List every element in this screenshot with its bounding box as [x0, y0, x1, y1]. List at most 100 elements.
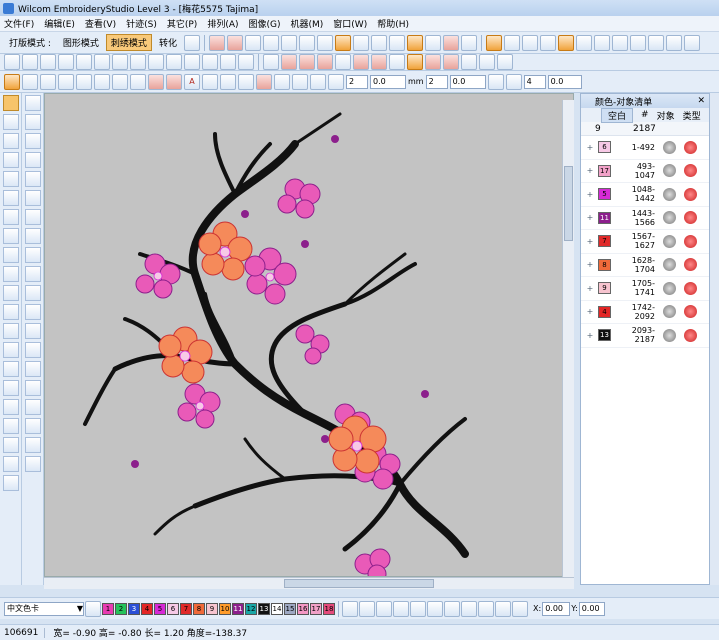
palette-combo[interactable]: 中文色卡 ▼ [4, 601, 84, 616]
arrow-tool-icon[interactable] [24, 380, 41, 396]
node-tool-icon[interactable] [2, 285, 19, 301]
node-icon[interactable] [647, 34, 664, 51]
color-row[interactable]: +11 1443-1566 [581, 207, 709, 230]
shape-icon[interactable] [112, 73, 128, 90]
triple-run-tool-icon[interactable] [2, 152, 19, 168]
dup-icon[interactable] [461, 600, 477, 617]
circle-tool-icon[interactable] [2, 323, 19, 339]
palette-chip[interactable]: 13 [258, 602, 270, 615]
ellipse-tool-icon[interactable] [2, 380, 19, 396]
y-input[interactable]: 0.00 [578, 601, 605, 616]
expand-icon[interactable]: + [585, 190, 595, 199]
join-tool-icon[interactable] [24, 304, 41, 320]
palette-chip[interactable]: 3 [128, 602, 140, 615]
monitor-icon[interactable] [370, 34, 387, 51]
shape-tool-icon[interactable] [2, 418, 19, 434]
palette-chip[interactable]: 17 [310, 602, 322, 615]
satin-icon[interactable] [208, 34, 225, 51]
fancy-icon[interactable] [353, 54, 369, 70]
table-icon[interactable] [352, 34, 369, 51]
align-icon[interactable] [274, 73, 290, 90]
effect2-icon[interactable] [443, 54, 459, 70]
color-row[interactable]: +4 1742-2092 [581, 301, 709, 324]
hoop-icon[interactable] [485, 34, 502, 51]
print-icon[interactable] [58, 54, 74, 70]
stitch-type-icon[interactable] [263, 54, 279, 70]
pen-icon[interactable] [40, 73, 56, 90]
zoom-fit-icon[interactable] [238, 54, 254, 70]
wave-tool-icon[interactable] [24, 133, 41, 149]
expand-icon[interactable]: + [585, 143, 595, 152]
paste-icon[interactable] [130, 54, 146, 70]
menu-image[interactable]: 图像(G) [249, 17, 281, 30]
face-tool-icon[interactable] [24, 418, 41, 434]
menu-window[interactable]: 窗口(W) [333, 17, 367, 30]
spacing-input[interactable]: 2 [346, 74, 368, 89]
offset-input[interactable]: 2 [425, 74, 448, 89]
zoom-out-icon[interactable] [220, 54, 236, 70]
motif-icon[interactable] [371, 54, 387, 70]
offset-angle-input[interactable]: 0.0 [449, 74, 486, 89]
palette-chip[interactable]: 4 [141, 602, 153, 615]
bear-tool-icon[interactable] [24, 399, 41, 415]
fill-stitch-icon[interactable] [226, 34, 243, 51]
expand-icon[interactable]: + [585, 237, 595, 246]
arc-icon[interactable] [166, 73, 182, 90]
palette-icon[interactable] [442, 34, 459, 51]
palette-chip[interactable]: 8 [193, 602, 205, 615]
palette-chip[interactable]: 14 [271, 602, 283, 615]
select-arrow-icon[interactable] [4, 73, 20, 90]
palette-chip[interactable]: 15 [284, 602, 296, 615]
sequence-icon[interactable] [334, 34, 351, 51]
menu-file[interactable]: 文件(F) [4, 17, 34, 30]
color-row[interactable]: +8 1628-1704 [581, 254, 709, 277]
expand-icon[interactable]: + [585, 213, 595, 222]
menu-machine[interactable]: 机器(M) [291, 17, 324, 30]
palette-chip[interactable]: 6 [167, 602, 179, 615]
arc-tool-icon[interactable] [2, 266, 19, 282]
horizontal-scrollbar[interactable] [44, 577, 574, 589]
flip-icon[interactable] [512, 600, 528, 617]
panel-tab-blank[interactable]: 空白 [601, 107, 634, 123]
bolt-tool-icon[interactable] [24, 437, 41, 453]
stitch-edit-icon[interactable] [256, 73, 272, 90]
fill-tool-icon[interactable] [2, 209, 19, 225]
grid-tool-icon[interactable] [24, 152, 41, 168]
list3-icon[interactable] [424, 34, 441, 51]
grid2-icon[interactable] [298, 34, 315, 51]
panel-close-icon[interactable]: ✕ [697, 96, 705, 106]
prev-icon[interactable] [342, 600, 358, 617]
node2-icon[interactable] [665, 34, 682, 51]
cut-icon[interactable] [94, 54, 110, 70]
embroidery-mode-button[interactable]: 刺绣模式 [105, 34, 152, 51]
hex-tool-icon[interactable] [24, 342, 41, 358]
mirror2-icon[interactable] [495, 600, 511, 617]
group-icon[interactable] [629, 34, 646, 51]
horizontal-scroll-thumb[interactable] [284, 579, 434, 588]
effect3-icon[interactable] [461, 54, 477, 70]
satin-stitch-icon[interactable] [281, 54, 297, 70]
angle-input[interactable]: 0.0 [370, 74, 406, 89]
node2-tool-icon[interactable] [2, 304, 19, 320]
ring-tool-icon[interactable] [24, 323, 41, 339]
vertical-scroll-thumb[interactable] [564, 166, 573, 241]
reshape-tool-icon[interactable] [2, 114, 19, 130]
color-row[interactable]: +7 1567-1627 [581, 230, 709, 254]
redo-icon[interactable] [184, 54, 200, 70]
palette-chip[interactable]: 18 [323, 602, 335, 615]
reshape-icon[interactable] [22, 73, 38, 90]
text-icon[interactable]: A [184, 73, 200, 90]
split-tool-icon[interactable] [24, 285, 41, 301]
column-tool-icon[interactable] [2, 190, 19, 206]
wave2-tool-icon[interactable] [24, 456, 41, 472]
copy-icon[interactable] [611, 34, 628, 51]
rotate-input[interactable]: 0.0 [547, 74, 582, 89]
convert-button[interactable]: 转化 [154, 34, 182, 51]
new-icon[interactable] [4, 54, 20, 70]
lock-icon[interactable] [593, 34, 610, 51]
frame-icon[interactable] [539, 34, 556, 51]
save-icon[interactable] [40, 54, 56, 70]
spiral-tool-icon[interactable] [2, 342, 19, 358]
palette-chip[interactable]: 1 [102, 602, 114, 615]
menu-view[interactable]: 查看(V) [85, 17, 116, 30]
